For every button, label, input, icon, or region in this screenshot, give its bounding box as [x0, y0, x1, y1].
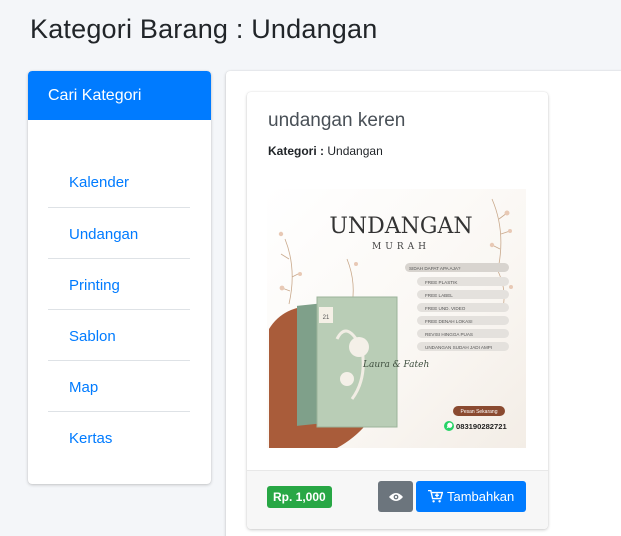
category-item-sablon[interactable]: Sablon	[48, 310, 190, 361]
book-names: Laura & Fateh	[362, 360, 429, 370]
price-badge: Rp. 1,000	[267, 486, 332, 508]
poster-heading: UNDANGAN	[329, 214, 472, 239]
eye-icon	[388, 492, 403, 501]
category-list: Kalender Undangan Printing Sablon Map Ke…	[48, 157, 190, 463]
product-category: Kategori : Undangan	[268, 144, 383, 158]
promo-feature: FREE DENAH LOKASI	[425, 319, 472, 324]
promo-feature: REVISI HINGGA PUAS	[425, 332, 473, 337]
add-to-cart-label: Tambahkan	[447, 489, 515, 504]
phone-number: 083190282721	[456, 422, 507, 431]
book-illustration: 21 Laura & Fateh	[297, 296, 429, 428]
category-item-map[interactable]: Map	[48, 361, 190, 412]
category-item-printing[interactable]: Printing	[48, 259, 190, 310]
page-title: Kategori Barang : Undangan	[30, 14, 378, 44]
poster-subheading: MURAH	[372, 242, 430, 252]
product-card: undangan keren Kategori : Undangan UNDAN…	[247, 92, 548, 529]
promo-feature: FREE LABEL	[425, 293, 453, 298]
product-name[interactable]: undangan keren	[268, 110, 405, 132]
product-card-footer: Rp. 1,000 Tambahkan	[247, 470, 548, 529]
promo-title: SIDAH DAPAT APA AJA?	[409, 266, 461, 271]
cta-text: Pesan Sekarang	[461, 409, 498, 415]
promo-feature: UNDANGAN SUDAH JADI AMPI	[425, 345, 492, 350]
add-to-cart-button[interactable]: Tambahkan	[416, 481, 526, 512]
cart-plus-icon	[428, 490, 443, 503]
product-image[interactable]: UNDANGAN MURAH 21 Laura & Fateh SIDAH DA…	[267, 189, 526, 448]
sidebar-header: Cari Kategori	[28, 71, 211, 120]
category-item-kertas[interactable]: Kertas	[48, 412, 190, 463]
book-date: 21	[323, 315, 330, 321]
view-detail-button[interactable]	[378, 481, 413, 512]
category-item-kalender[interactable]: Kalender	[48, 157, 190, 208]
promo-feature: FREE PLASTIK	[425, 280, 458, 285]
invitation-poster-illustration: UNDANGAN MURAH 21 Laura & Fateh SIDAH DA…	[269, 198, 513, 448]
promo-feature: FREE UND. VIDEO	[425, 306, 466, 311]
category-sidebar: Cari Kategori Kalender Undangan Printing…	[28, 71, 211, 484]
category-item-undangan[interactable]: Undangan	[48, 208, 190, 259]
product-category-value: Undangan	[327, 144, 383, 158]
product-category-label: Kategori :	[268, 144, 325, 158]
